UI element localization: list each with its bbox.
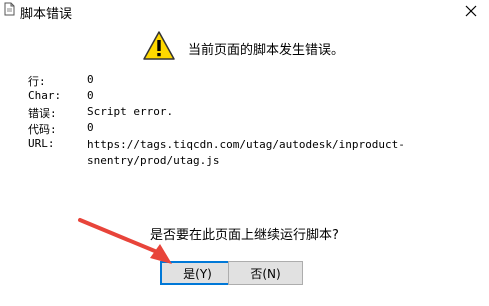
detail-value-url: https://tags.tiqcdn.com/utag/autodesk/in… (87, 138, 405, 167)
document-icon (4, 2, 15, 16)
detail-value: 0 (87, 73, 94, 86)
no-button[interactable]: 否(N) (228, 261, 303, 285)
title-bar: 脚本错误 (0, 0, 489, 24)
continue-question: 是否要在此页面上继续运行脚本? (150, 228, 339, 243)
detail-label: 行: (28, 75, 46, 88)
detail-label: Char: (28, 89, 62, 102)
close-icon[interactable] (459, 0, 483, 22)
detail-label: 错误: (28, 107, 57, 120)
detail-label: 代码: (28, 123, 57, 136)
detail-value: 0 (87, 89, 94, 102)
error-message: 当前页面的脚本发生错误。 (188, 43, 345, 58)
detail-value: Script error. (87, 105, 174, 118)
window-title: 脚本错误 (20, 7, 73, 22)
detail-value: 0 (87, 121, 94, 134)
warning-icon (143, 31, 175, 60)
script-error-dialog: 脚本错误 当前页面的脚本发生错误。 行: 0 Char: 0 错误: Scrip… (0, 0, 489, 306)
detail-label: URL: (28, 137, 55, 150)
yes-button[interactable]: 是(Y) (160, 261, 235, 285)
